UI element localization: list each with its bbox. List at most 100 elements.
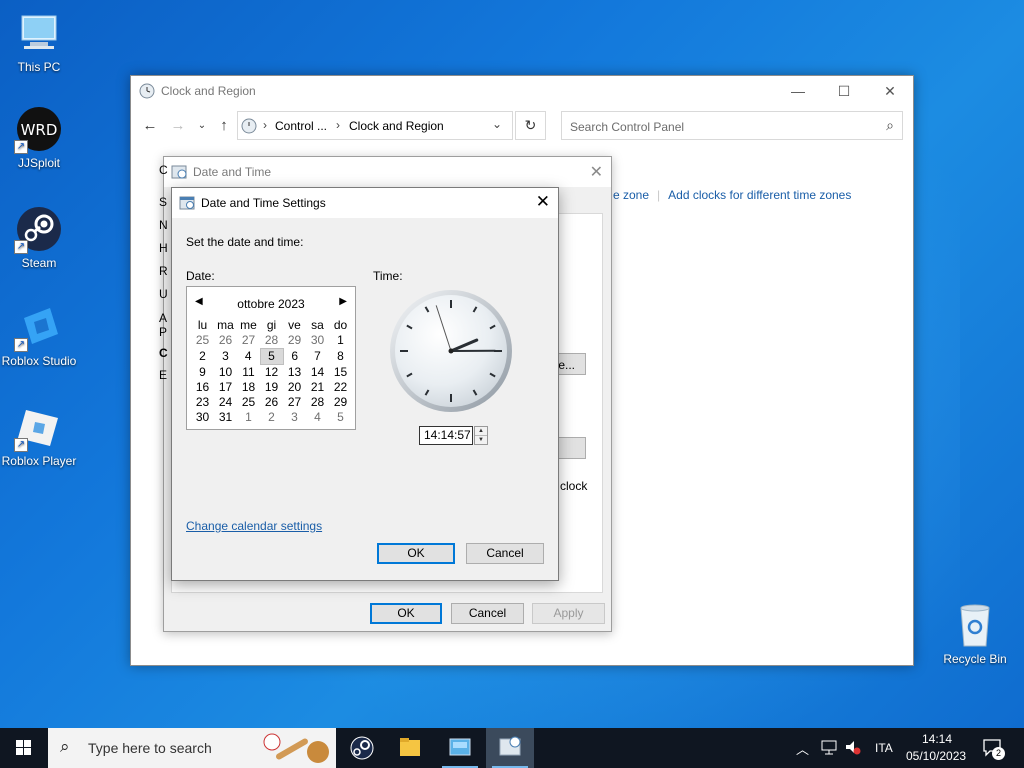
calendar-day[interactable]: 13 [283,365,306,381]
calendar-day[interactable]: 23 [191,395,214,410]
apply-button[interactable]: Apply [532,603,605,624]
show-hidden-icons-chevron-icon[interactable]: ︿ [796,739,809,758]
calendar-day[interactable]: 11 [237,365,260,381]
calendar-weekday-row: lu ma me gi ve sa do [191,318,352,333]
taskbar-control-panel[interactable] [436,728,484,768]
close-button[interactable]: ✕ [867,76,913,106]
calendar-day[interactable]: 30 [306,333,329,349]
calendar-day[interactable]: 30 [191,410,214,425]
close-icon[interactable]: ✕ [590,162,603,182]
back-arrow-icon[interactable]: ← [139,115,161,137]
calendar-day[interactable]: 27 [283,395,306,410]
start-button[interactable] [0,728,48,768]
calendar-day[interactable]: 28 [260,333,283,349]
input-language[interactable]: ITA [875,741,893,755]
calendar-day[interactable]: 24 [214,395,237,410]
desktop-icon-steam[interactable]: ↗ Steam [0,206,78,270]
address-dropdown-chevron-icon[interactable]: ⌄ [492,117,502,131]
calendar-day[interactable]: 29 [283,333,306,349]
calendar-day[interactable]: 3 [283,410,306,425]
desktop-icon-this-pc[interactable]: This PC [0,10,78,74]
taskbar-steam[interactable] [338,728,386,768]
calendar-day[interactable]: 1 [237,410,260,425]
calendar-day[interactable]: 17 [214,380,237,395]
taskbar-clock-time[interactable]: 14:14 [922,732,952,746]
desktop-icon-label: This PC [17,60,61,74]
calendar[interactable]: ◀ ottobre 2023 ▶ lu ma me gi ve sa do 25 26 27 28 2… [186,286,356,430]
calendar-day[interactable]: 5 [329,410,352,425]
calendar-day[interactable]: 4 [237,349,260,365]
ok-button[interactable]: OK [370,603,442,624]
search-box[interactable]: Search Control Panel ⌕ [561,111,903,140]
calendar-day[interactable]: 18 [237,380,260,395]
notifications-button[interactable]: 2 [982,737,1005,762]
taskbar-file-explorer[interactable] [386,728,434,768]
next-month-arrow-icon[interactable]: ▶ [339,296,347,307]
breadcrumb-clock-and-region[interactable]: Clock and Region [349,119,444,133]
network-icon[interactable] [820,738,838,759]
change-calendar-settings-link[interactable]: Change calendar settings [186,519,322,533]
calendar-month-label[interactable]: ottobre 2023 [187,297,355,311]
refresh-button[interactable]: ↻ [515,111,546,140]
desktop-icon-roblox-studio[interactable]: ↗ Roblox Studio [0,304,78,368]
calendar-day[interactable]: 26 [214,333,237,349]
desktop-icon-jjsploit[interactable]: WRD ↗ JJSploit [0,106,78,170]
taskbar-search-box[interactable]: ⌕ Type here to search [48,728,336,768]
calendar-day[interactable]: 25 [191,333,214,349]
calendar-day[interactable]: 25 [237,395,260,410]
calendar-weekday-label: me [240,318,257,332]
close-icon[interactable]: ✕ [536,192,550,212]
taskbar-clock-date[interactable]: 05/10/2023 [906,749,966,763]
link-add-clocks[interactable]: Add clocks for different time zones [668,188,851,202]
recent-locations-chevron-icon[interactable]: ⌄ [191,115,213,137]
breadcrumb-control-panel[interactable]: Control ... [275,119,327,133]
calendar-day[interactable]: 4 [306,410,329,425]
calendar-day[interactable]: 2 [191,349,214,365]
cancel-button[interactable]: Cancel [466,543,544,564]
link-time-zone-partial[interactable]: e zone [613,188,649,202]
desktop-icon-roblox-player[interactable]: ↗ Roblox Player [0,404,78,468]
calendar-day[interactable]: 6 [283,349,306,365]
spin-down-arrow-icon[interactable]: ▼ [475,435,487,443]
calendar-day[interactable]: 3 [214,349,237,365]
calendar-day[interactable]: 2 [260,410,283,425]
calendar-day[interactable]: 22 [329,380,352,395]
time-input[interactable]: 14:14:57 [419,426,473,445]
calendar-day[interactable]: 21 [306,380,329,395]
address-bar[interactable]: › Control ... › Clock and Region ⌄ [237,111,513,140]
calendar-day[interactable]: 31 [214,410,237,425]
search-input[interactable]: Search Control Panel [570,120,684,134]
calendar-day[interactable]: 5 [259,348,284,365]
up-arrow-icon[interactable]: ↑ [213,115,235,137]
calendar-day[interactable]: 27 [237,333,260,349]
instruction-text: Set the date and time: [186,235,304,249]
calendar-day[interactable]: 16 [191,380,214,395]
desktop-icon-recycle-bin[interactable]: Recycle Bin [936,602,1014,666]
forward-arrow-icon[interactable]: → [167,115,189,137]
calendar-day[interactable]: 12 [260,365,283,381]
calendar-day[interactable]: 28 [306,395,329,410]
calendar-day[interactable]: 29 [329,395,352,410]
calendar-day[interactable]: 7 [306,349,329,365]
settings-titlebar[interactable]: Date and Time Settings ✕ [172,188,558,218]
calendar-day[interactable]: 20 [283,380,306,395]
cancel-button[interactable]: Cancel [451,603,524,624]
ok-button[interactable]: OK [377,543,455,564]
calendar-day[interactable]: 15 [329,365,352,381]
maximize-button[interactable]: ☐ [821,76,867,106]
volume-muted-icon[interactable] [844,738,862,759]
calendar-day[interactable]: 8 [329,349,352,365]
calendar-day[interactable]: 9 [191,365,214,381]
date-and-time-titlebar[interactable]: Date and Time ✕ [164,157,611,187]
calendar-day[interactable]: 26 [260,395,283,410]
time-spinner[interactable]: ▲ ▼ [474,426,488,445]
taskbar-search-input[interactable]: Type here to search [88,740,212,756]
minimize-button[interactable]: — [775,76,821,106]
calendar-day[interactable]: 1 [329,333,352,349]
calendar-day[interactable]: 14 [306,365,329,381]
calendar-day[interactable]: 19 [260,380,283,395]
calendar-day[interactable]: 10 [214,365,237,381]
spin-up-arrow-icon[interactable]: ▲ [475,427,487,435]
control-panel-titlebar[interactable]: Clock and Region — ☐ ✕ [131,76,913,106]
taskbar-date-time-settings[interactable] [486,728,534,768]
